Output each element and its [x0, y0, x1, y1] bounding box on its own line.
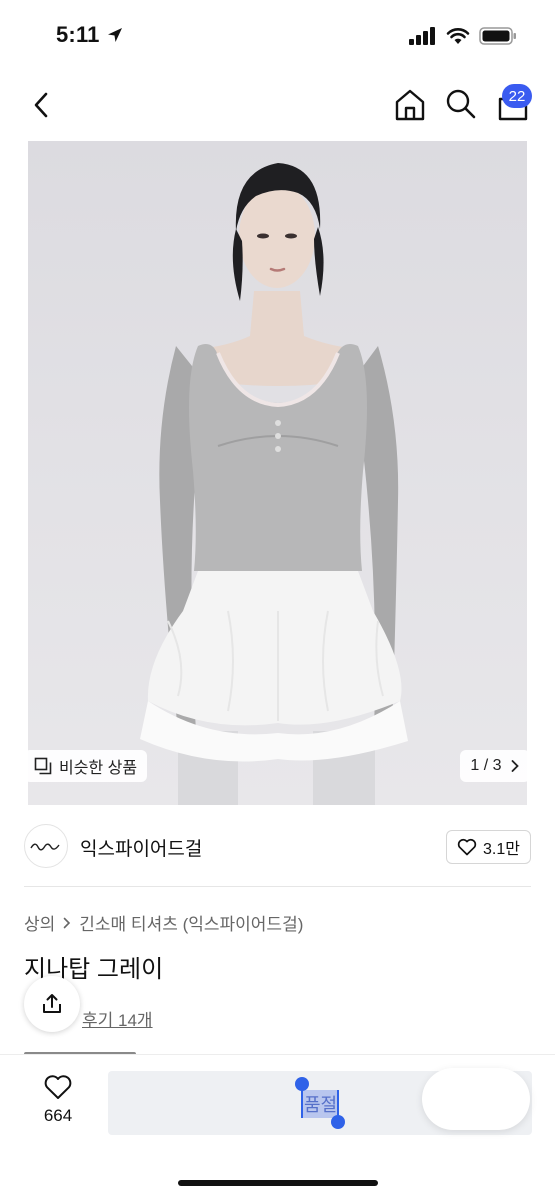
wifi-icon: [446, 28, 470, 44]
sold-out-label: 품절: [302, 1090, 340, 1118]
model-photo-illustration: [140, 163, 408, 805]
chevron-right-icon: [511, 760, 519, 772]
status-icons: [409, 27, 517, 45]
similar-products-button[interactable]: 비슷한 상품: [24, 750, 148, 782]
reviews-link[interactable]: 후기 14개: [82, 1006, 153, 1031]
image-page-indicator[interactable]: 1 / 3: [460, 750, 530, 782]
brand-row: 익스파이어드걸 3.1만: [24, 805, 531, 887]
heart-outline-icon: [44, 1075, 72, 1099]
page-indicator-label: 1 / 3: [470, 757, 502, 774]
wishlist-count: 664: [43, 1106, 73, 1125]
nav-bar: [0, 70, 555, 140]
search-icon[interactable]: [444, 87, 478, 121]
back-icon[interactable]: [28, 88, 58, 122]
brand-like-button[interactable]: 3.1만: [446, 830, 531, 864]
breadcrumb-category[interactable]: 상의: [24, 910, 55, 935]
text-selection-end-bar: [337, 1090, 339, 1118]
text-selection-start-handle[interactable]: [295, 1077, 309, 1091]
status-bar: 5:11: [0, 0, 555, 70]
copy-squares-icon: [34, 757, 52, 775]
heart-outline-icon: [457, 838, 477, 856]
brand-like-count: 3.1만: [483, 841, 520, 858]
brand-script-logo-icon: [30, 843, 60, 851]
share-button[interactable]: [24, 976, 80, 1032]
battery-icon: [479, 27, 516, 45]
breadcrumb: 상의 긴소매 티셔츠 (익스파이어드걸): [24, 910, 303, 935]
product-image[interactable]: [28, 141, 527, 805]
floating-action-pill[interactable]: [422, 1068, 530, 1130]
breadcrumb-subcategory[interactable]: 긴소매 티셔츠 (익스파이어드걸): [79, 910, 303, 935]
text-selection-end-handle[interactable]: [331, 1115, 345, 1129]
status-time: 5:11: [56, 22, 100, 47]
similar-products-label: 비슷한 상품: [59, 760, 138, 777]
brand-name[interactable]: 익스파이어드걸: [80, 834, 202, 861]
cellular-signal-icon: [409, 27, 435, 45]
chevron-right-icon: [63, 917, 71, 928]
location-arrow-icon: [107, 28, 122, 42]
brand-logo[interactable]: [24, 824, 68, 868]
home-icon[interactable]: [392, 87, 428, 123]
cart-count-badge: 22: [502, 84, 532, 108]
wishlist-button[interactable]: 664: [36, 1074, 80, 1130]
home-indicator: [178, 1180, 378, 1186]
share-icon: [43, 994, 61, 1013]
status-time-group: 5:11: [56, 22, 124, 48]
text-selection-start-bar: [301, 1088, 303, 1118]
